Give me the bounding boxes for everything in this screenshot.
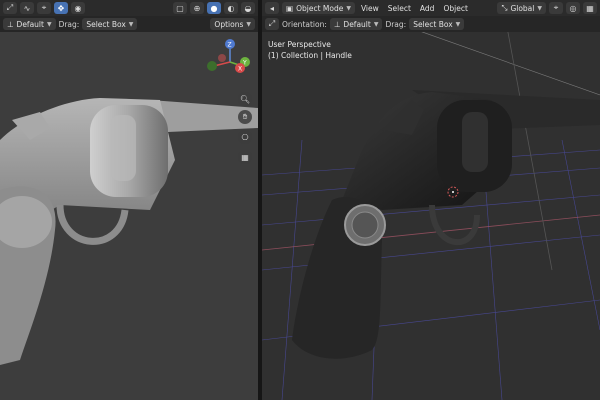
- orientation-value: Default: [16, 19, 44, 29]
- drag-label: Drag:: [58, 19, 80, 29]
- sidebar-toggle-icon[interactable]: ◂: [265, 2, 279, 14]
- drag-mode-value: Select Box: [413, 19, 453, 29]
- move-arrows-icon[interactable]: ✥: [54, 2, 68, 14]
- curve-icon[interactable]: ∿: [20, 2, 34, 14]
- mode-icon: ▣: [286, 3, 294, 13]
- menu-view[interactable]: View: [358, 4, 382, 13]
- left-toolbar: ⤢ ∿ ⌖ ✥ ◉ ▢ ⊕ ● ◐ ◒: [0, 0, 258, 16]
- left-scene: [0, 98, 258, 365]
- transform-global-value: Global: [510, 3, 535, 13]
- material-shading-icon[interactable]: ◐: [224, 2, 238, 14]
- right-viewport[interactable]: ◂ ▣ Object Mode ▼ View Select Add Object…: [262, 0, 600, 400]
- trigger-guard-shape: [56, 204, 129, 245]
- grid-icon[interactable]: ▦: [583, 2, 597, 14]
- drag-mode-dropdown[interactable]: Select Box ▼: [82, 18, 138, 30]
- xray-icon[interactable]: ▢: [173, 2, 187, 14]
- orientation-icon: ⊥: [7, 19, 14, 29]
- chevron-down-icon: ▼: [46, 20, 52, 28]
- mode-value: Object Mode: [296, 3, 344, 13]
- drag-label: Drag:: [385, 19, 407, 29]
- chevron-down-icon: ▼: [346, 4, 351, 12]
- zoom-icon[interactable]: 🔍︎: [238, 92, 252, 106]
- solid-shading-icon[interactable]: ●: [207, 2, 221, 14]
- orientation-dropdown[interactable]: ⊥ Default ▼: [329, 18, 383, 30]
- drag-mode-value: Select Box: [86, 19, 126, 29]
- chevron-down-icon: ▼: [128, 20, 134, 28]
- chevron-down-icon: ▼: [537, 4, 542, 12]
- chevron-down-icon: ▼: [455, 20, 461, 28]
- blender-window: ⤢ ∿ ⌖ ✥ ◉ ▢ ⊕ ● ◐ ◒ ⊥ Default ▼ Drag: Se…: [0, 0, 600, 400]
- grid-view-icon[interactable]: ▦: [238, 150, 252, 164]
- rendered-shading-icon[interactable]: ◒: [241, 2, 255, 14]
- transform-orientation-dropdown[interactable]: ⊥ Default ▼: [3, 18, 56, 30]
- transform-global-dropdown[interactable]: ⤡ Global ▼: [497, 2, 546, 14]
- snap-icon[interactable]: ⌖: [37, 2, 51, 14]
- right-toolbar: ◂ ▣ Object Mode ▼ View Select Add Object…: [262, 0, 600, 16]
- chevron-down-icon: ▼: [246, 20, 251, 28]
- chevron-down-icon: ▼: [373, 20, 379, 28]
- transform-icon[interactable]: ⤢: [265, 18, 279, 30]
- options-label: Options: [214, 19, 244, 29]
- overlay-icon[interactable]: ◉: [71, 2, 85, 14]
- mode-dropdown[interactable]: ▣ Object Mode ▼: [282, 2, 355, 14]
- camera-icon[interactable]: ⎔: [238, 130, 252, 144]
- proportional-icon[interactable]: ◎: [566, 2, 580, 14]
- transform-orientation-icon: ⤡: [501, 3, 508, 12]
- view-name: User Perspective: [268, 40, 331, 49]
- menu-add[interactable]: Add: [417, 4, 438, 13]
- hand-pan-icon[interactable]: ✋︎: [238, 110, 252, 124]
- right-scene: [262, 0, 600, 400]
- orientation-label: Orientation:: [282, 19, 327, 29]
- orientation-icon: ⊥: [333, 19, 341, 29]
- left-viewport[interactable]: ⤢ ∿ ⌖ ✥ ◉ ▢ ⊕ ● ◐ ◒ ⊥ Default ▼ Drag: Se…: [0, 0, 258, 400]
- right-header-options: ⤢ Orientation: ⊥ Default ▼ Drag: Select …: [262, 16, 600, 32]
- drag-mode-dropdown[interactable]: Select Box ▼: [409, 18, 465, 30]
- orientation-value: Default: [343, 19, 371, 29]
- wireframe-shading-icon[interactable]: ⊕: [190, 2, 204, 14]
- snap-icon[interactable]: ⌖: [549, 2, 563, 14]
- collection-info: (1) Collection | Handle: [268, 51, 352, 60]
- menu-select[interactable]: Select: [385, 4, 414, 13]
- menu-object[interactable]: Object: [440, 4, 470, 13]
- transform-icon[interactable]: ⤢: [3, 2, 17, 14]
- left-header-options: ⊥ Default ▼ Drag: Select Box ▼ Options ▼: [0, 16, 258, 32]
- trigger-guard-shape: [429, 204, 480, 245]
- options-dropdown[interactable]: Options ▼: [210, 18, 255, 30]
